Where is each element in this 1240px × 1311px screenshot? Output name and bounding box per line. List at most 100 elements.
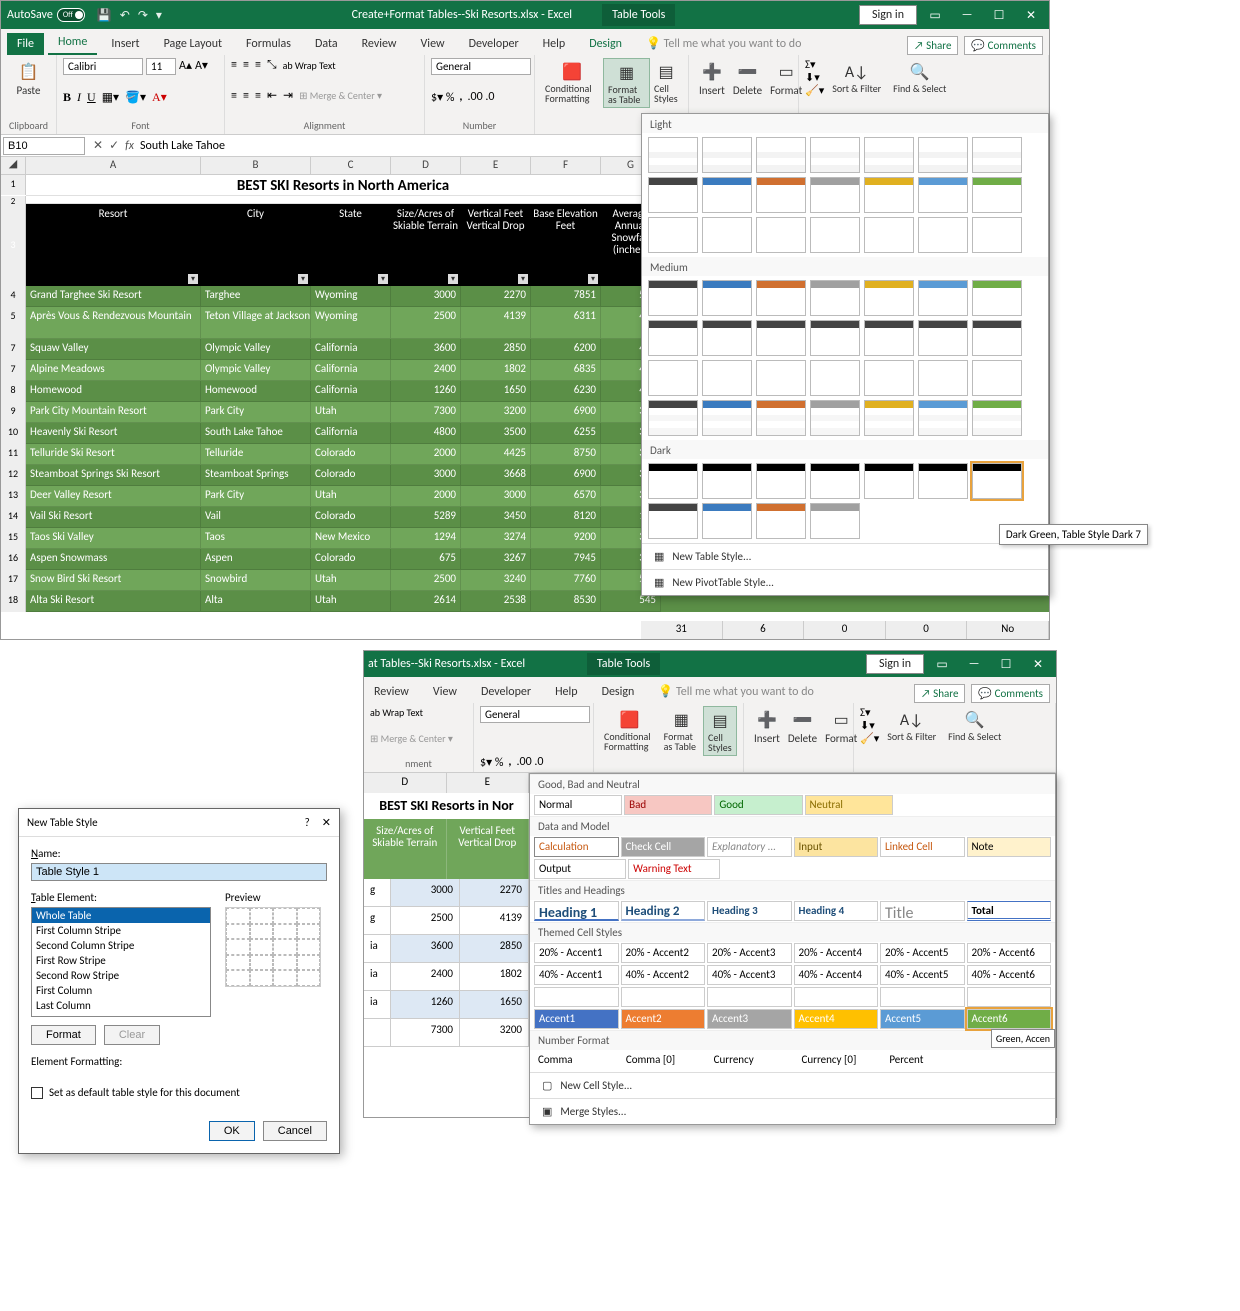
style-accent[interactable]: 40% - Accent1 <box>534 965 619 985</box>
row-header[interactable]: 1 <box>1 175 26 195</box>
style-input[interactable]: Input <box>794 837 879 857</box>
style-accent[interactable]: 40% - Accent2 <box>621 965 706 985</box>
table-style-swatch[interactable] <box>756 463 806 499</box>
style-heading2[interactable]: Heading 2 <box>621 901 706 921</box>
italic-button[interactable]: I <box>77 90 81 105</box>
ribbon-options-icon[interactable]: ▭ <box>921 8 949 23</box>
col-header[interactable]: B <box>201 157 311 174</box>
enter-formula-icon[interactable]: ✓ <box>109 138 119 153</box>
format-as-table-button[interactable]: ▦Format as Table <box>603 58 650 108</box>
cell-styles-button[interactable]: ▤Cell Styles <box>650 58 682 108</box>
ok-button[interactable]: OK <box>209 1121 255 1141</box>
tab-developer[interactable]: Developer <box>471 681 541 703</box>
style-accent[interactable]: Accent6 <box>967 1009 1052 1029</box>
style-accent[interactable]: 40% - Accent4 <box>794 965 879 985</box>
list-item[interactable]: Last Column <box>32 998 210 1013</box>
redo-icon[interactable]: ↷ <box>138 8 148 23</box>
indent-dec-icon[interactable]: ⇤ <box>267 88 277 103</box>
tab-formulas[interactable]: Formulas <box>236 33 301 55</box>
style-bad[interactable]: Bad <box>624 795 712 815</box>
tab-review[interactable]: Review <box>352 33 407 55</box>
table-style-swatch[interactable] <box>756 280 806 316</box>
table-style-swatch[interactable] <box>756 360 806 396</box>
align-left-icon[interactable]: ≡ <box>231 89 237 103</box>
style-accent[interactable]: 40% - Accent6 <box>967 965 1052 985</box>
maximize-icon[interactable]: ☐ <box>992 657 1020 672</box>
minimize-icon[interactable]: — <box>960 657 988 672</box>
list-item[interactable]: Whole Table <box>32 908 210 923</box>
style-linked-cell[interactable]: Linked Cell <box>880 837 965 857</box>
font-name-dropdown[interactable]: Calibri <box>63 58 143 75</box>
name-box[interactable] <box>3 137 85 155</box>
new-pivottable-style-item[interactable]: ▦New PivotTable Style... <box>642 569 1048 595</box>
table-style-swatch[interactable] <box>702 280 752 316</box>
style-explanatory[interactable]: Explanatory ... <box>707 837 792 857</box>
undo-icon[interactable]: ↶ <box>120 8 130 23</box>
style-warning[interactable]: Warning Text <box>628 859 720 879</box>
bold-button[interactable]: B <box>63 90 71 105</box>
table-style-swatch[interactable] <box>810 217 860 253</box>
table-style-swatch[interactable] <box>864 177 914 213</box>
table-style-swatch[interactable] <box>864 360 914 396</box>
table-style-swatch[interactable] <box>918 177 968 213</box>
table-style-swatch[interactable] <box>864 463 914 499</box>
style-note[interactable]: Note <box>967 837 1052 857</box>
table-style-swatch[interactable] <box>648 463 698 499</box>
row-header[interactable]: 16 <box>1 549 26 570</box>
col-header[interactable]: D <box>391 157 461 174</box>
table-style-swatch[interactable] <box>972 137 1022 173</box>
grow-font-icon[interactable]: A▴ <box>179 58 192 75</box>
font-size-dropdown[interactable]: 11 <box>146 58 176 75</box>
style-accent[interactable]: 60% - Accent1 <box>534 987 619 1007</box>
table-style-swatch[interactable] <box>972 400 1022 436</box>
table-style-swatch[interactable] <box>972 463 1022 499</box>
maximize-icon[interactable]: ☐ <box>985 8 1013 23</box>
table-style-swatch[interactable] <box>648 320 698 356</box>
row-header[interactable]: 11 <box>1 444 26 465</box>
style-heading4[interactable]: Heading 4 <box>794 901 879 921</box>
conditional-formatting-button[interactable]: 🟥Conditional Formatting <box>600 706 660 756</box>
row-header[interactable]: 12 <box>1 465 26 486</box>
fill-color-button[interactable]: 🪣▾ <box>125 90 146 105</box>
align-center-icon[interactable]: ≡ <box>243 89 249 103</box>
style-accent[interactable]: 60% - Accent6 <box>967 987 1052 1007</box>
row-header[interactable]: 7 <box>1 339 26 360</box>
style-check-cell[interactable]: Check Cell <box>621 837 706 857</box>
number-format-dropdown[interactable]: General <box>480 706 590 723</box>
close-icon[interactable]: ✕ <box>1024 657 1052 672</box>
help-icon[interactable]: ? <box>305 816 310 829</box>
table-style-swatch[interactable] <box>810 280 860 316</box>
tab-help[interactable]: Help <box>533 33 576 55</box>
table-style-swatch[interactable] <box>810 360 860 396</box>
signin-button[interactable]: Sign in <box>859 5 917 25</box>
new-cell-style-item[interactable]: ▢New Cell Style... <box>530 1072 1055 1098</box>
row-header[interactable]: 7 <box>1 360 26 381</box>
table-style-swatch[interactable] <box>810 400 860 436</box>
tab-home[interactable]: Home <box>48 31 97 55</box>
list-item[interactable]: Second Column Stripe <box>32 938 210 953</box>
col-header[interactable]: A <box>26 157 201 174</box>
table-style-swatch[interactable] <box>864 217 914 253</box>
table-style-swatch[interactable] <box>918 463 968 499</box>
table-style-swatch[interactable] <box>702 463 752 499</box>
format-button[interactable]: Format <box>31 1025 96 1045</box>
filter-dropdown-icon[interactable]: ▾ <box>378 274 388 284</box>
share-button[interactable]: ↗ Share <box>914 684 965 703</box>
table-style-swatch[interactable] <box>918 360 968 396</box>
filter-dropdown-icon[interactable]: ▾ <box>188 274 198 284</box>
style-calculation[interactable]: Calculation <box>534 837 619 857</box>
row-header[interactable]: 17 <box>1 570 26 591</box>
cancel-formula-icon[interactable]: ✕ <box>93 138 103 153</box>
table-style-swatch[interactable] <box>756 177 806 213</box>
comments-button[interactable]: 💬 Comments <box>971 684 1050 703</box>
close-icon[interactable]: ✕ <box>1017 8 1045 23</box>
insert-cells-button[interactable]: ➕Insert <box>750 706 784 747</box>
clear-button[interactable]: Clear <box>104 1025 160 1045</box>
table-style-swatch[interactable] <box>972 360 1022 396</box>
find-select-button[interactable]: 🔍Find & Select <box>889 58 950 97</box>
style-accent[interactable]: Accent4 <box>794 1009 879 1029</box>
table-style-swatch[interactable] <box>648 217 698 253</box>
list-item[interactable]: First Column Stripe <box>32 923 210 938</box>
style-accent[interactable]: 60% - Accent2 <box>621 987 706 1007</box>
delete-cells-button[interactable]: ➖Delete <box>784 706 821 747</box>
